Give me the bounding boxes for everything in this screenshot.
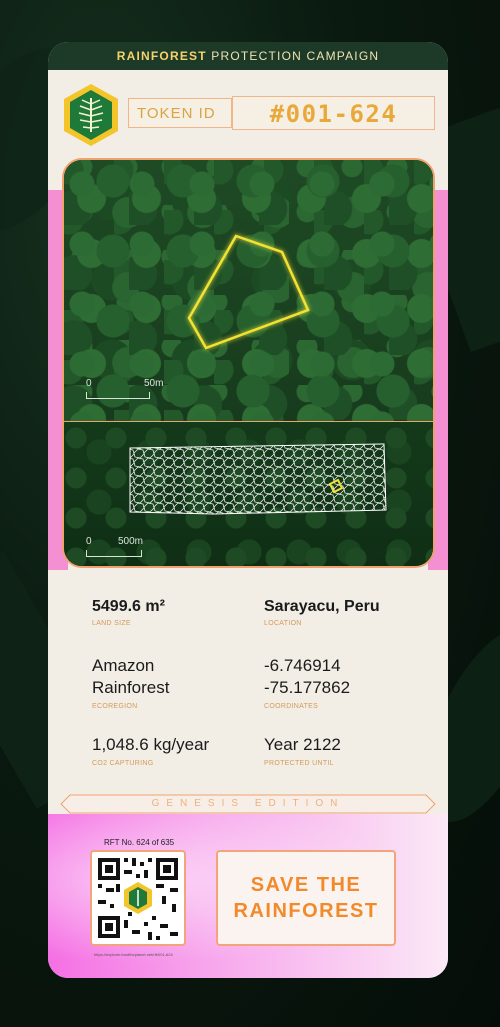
land-size-label: LAND SIZE [92,620,131,627]
location-value: Sarayacu, Peru [264,598,380,615]
coordinates-lat: -6.746914 [264,656,341,675]
bottom-panel: RFT No. 624 of 635 https://explorer.fund… [48,814,448,978]
token-id-value: #001-624 [232,96,435,130]
top-scale-start: 0 [86,378,92,389]
token-id-label: TOKEN ID [128,98,232,128]
location-label: LOCATION [264,620,302,627]
coordinates-label: COORDINATES [264,703,319,710]
leaf-badge-icon [60,82,122,148]
ecoregion-line1: Amazon [92,656,155,675]
ecoregion-line2: Rainforest [92,678,170,697]
co2-label: CO2 CAPTURING [92,760,154,767]
bottom-scale-start: 0 [86,536,92,547]
protected-block: Year 2122 PROTECTED UNTIL [264,734,434,767]
ecoregion-block: Amazon Rainforest ECOREGION [92,655,252,710]
cta-line1: SAVE THE [250,874,362,896]
coordinates-lon: -75.177862 [264,678,351,697]
location-block: Sarayacu, Peru LOCATION [264,598,434,627]
protected-label: PROTECTED UNTIL [264,760,334,767]
qr-code[interactable] [90,850,186,946]
top-scale-bar [86,392,150,399]
save-the-rainforest-button[interactable]: SAVE THE RAINFOREST [216,850,396,946]
co2-value: 1,048.6 kg/year [92,735,210,754]
land-size-block: 5499.6 m² LAND SIZE [92,598,252,627]
bottom-scale-end: 500m [118,536,144,547]
rft-number: RFT No. 624 of 635 [104,838,175,847]
land-size-value: 5499.6 m² [92,598,165,615]
satellite-map: 0 50m 0 500m [62,158,435,568]
top-scale-end: 50m [144,378,164,389]
nft-card: RAINFOREST PROTECTION CAMPAIGN TOKEN ID … [48,42,448,978]
edition-label: GENESIS EDITION [151,798,345,809]
protected-value: Year 2122 [264,735,341,754]
header-title-bold: RAINFOREST [116,49,207,63]
plot-polygon [187,234,310,350]
qr-url: https://explorer.fundtheplanet.net/rft/0… [94,952,173,957]
bottom-scale-bar [86,550,142,557]
ecoregion-label: ECOREGION [92,703,138,710]
cta-line2: RAINFOREST [233,900,379,922]
campaign-header: RAINFOREST PROTECTION CAMPAIGN [48,42,448,70]
coordinates-block: -6.746914 -75.177862 COORDINATES [264,655,434,710]
co2-block: 1,048.6 kg/year CO2 CAPTURING [92,734,252,767]
header-title-rest: PROTECTION CAMPAIGN [206,49,380,63]
edition-band: GENESIS EDITION [60,794,436,814]
